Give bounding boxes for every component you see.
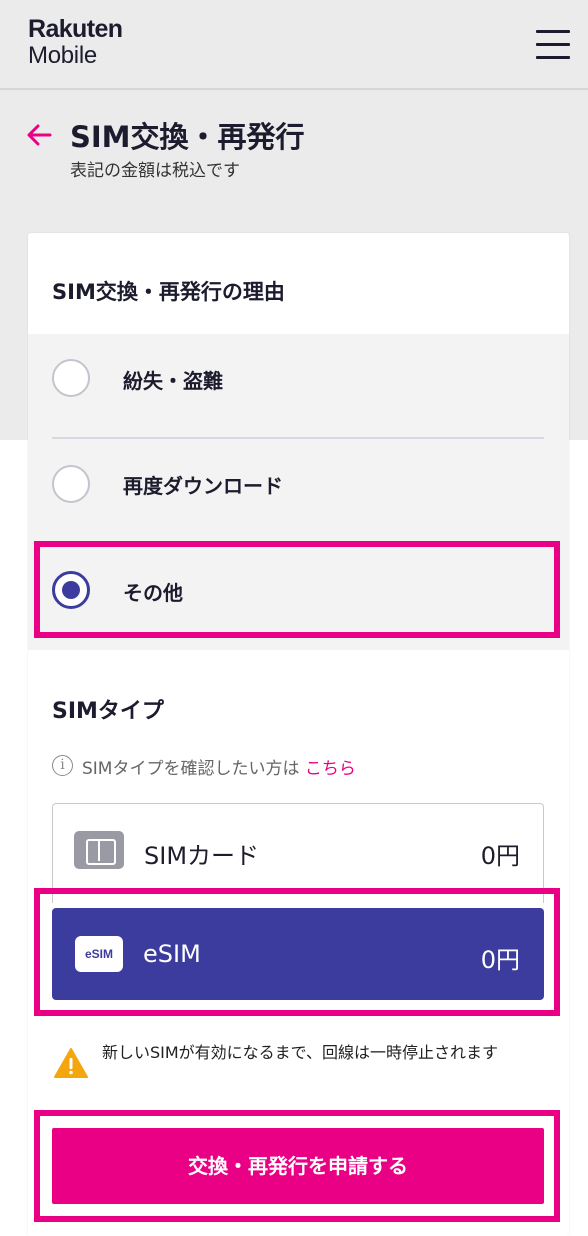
radio-option-loss-theft[interactable]: 紛失・盗難	[28, 328, 569, 428]
radio-label: その他	[123, 581, 183, 605]
sim-card-icon	[74, 831, 124, 869]
info-text: SIMタイプを確認したい方は	[82, 759, 300, 779]
sim-type-info-text: SIMタイプを確認したい方は こちら	[82, 754, 356, 779]
esim-price: 0円	[480, 946, 520, 974]
logo-line1: Rakuten	[28, 15, 123, 43]
app-header: Rakuten Mobile	[0, 0, 588, 90]
reason-section-title: SIM交換・再発行の理由	[52, 280, 285, 304]
page-title: SIM交換・再発行	[70, 120, 305, 154]
arrow-left-icon[interactable]	[24, 120, 54, 150]
sim-card-label: SIMカード	[144, 842, 260, 870]
radio-button-checked[interactable]	[52, 571, 90, 609]
radio-label: 紛失・盗難	[123, 369, 223, 393]
page-subtitle: 表記の金額は税込です	[70, 161, 240, 181]
submit-button[interactable]: 交換・再発行を申請する	[52, 1128, 544, 1204]
radio-button-unchecked[interactable]	[52, 359, 90, 397]
esim-icon: eSIM	[75, 936, 123, 972]
sim-type-section-title: SIMタイプ	[52, 699, 164, 724]
hamburger-menu-icon[interactable]	[536, 30, 570, 60]
radio-option-other[interactable]: その他	[28, 540, 569, 640]
warning-triangle-icon	[54, 1048, 88, 1078]
info-link[interactable]: こちら	[305, 759, 356, 779]
warning-text: 新しいSIMが有効になるまで、回線は一時停止されます	[102, 1043, 499, 1062]
esim-label: eSIM	[143, 940, 201, 968]
logo-line2: Mobile	[28, 42, 97, 69]
info-circle-icon: i	[52, 755, 73, 776]
sim-card-price: 0円	[480, 842, 520, 870]
radio-button-unchecked[interactable]	[52, 465, 90, 503]
radio-option-redownload[interactable]: 再度ダウンロード	[28, 435, 569, 535]
radio-label: 再度ダウンロード	[123, 474, 283, 498]
rakuten-mobile-logo[interactable]: Rakuten Mobile	[28, 15, 123, 69]
